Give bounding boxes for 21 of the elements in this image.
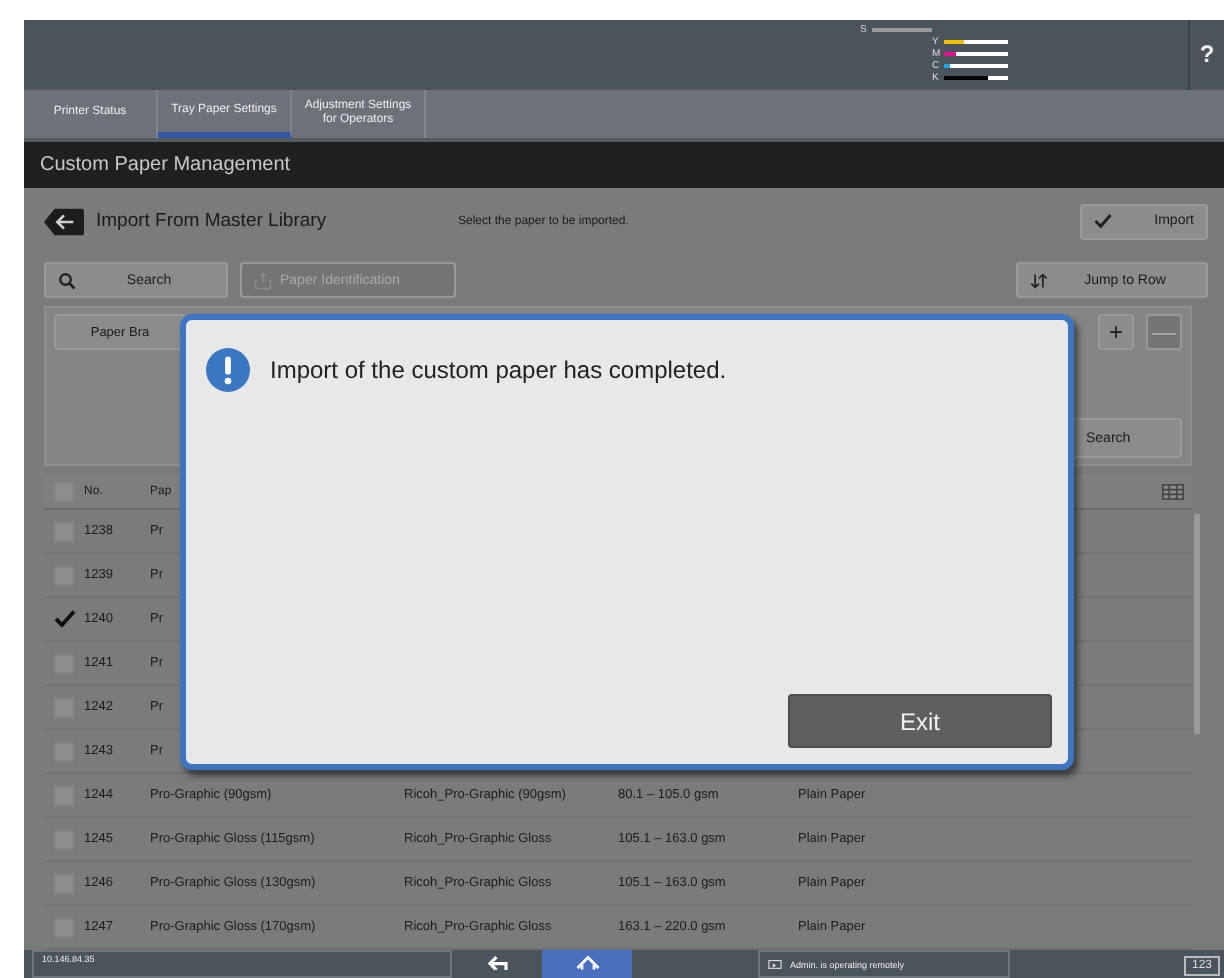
exclamation-icon bbox=[206, 348, 250, 392]
return-arrow-icon bbox=[485, 954, 509, 971]
screen-title: Custom Paper Management bbox=[24, 142, 1224, 189]
search-icon bbox=[58, 271, 76, 290]
column-grid-icon[interactable] bbox=[1162, 483, 1184, 500]
toner-gauge bbox=[872, 27, 932, 33]
add-button[interactable]: + bbox=[1098, 314, 1134, 351]
back-arrow-icon[interactable] bbox=[44, 207, 84, 236]
home-icon bbox=[575, 954, 599, 971]
toner-gauge bbox=[944, 63, 1008, 69]
dialog-message: Import of the custom paper has completed. bbox=[270, 356, 727, 384]
page-heading: Import From Master Library bbox=[96, 210, 329, 233]
toner-gauge bbox=[944, 51, 1008, 57]
sort-arrows-icon bbox=[1030, 271, 1048, 290]
checkmark-icon bbox=[1094, 212, 1112, 231]
monitor-icon bbox=[768, 959, 782, 970]
row-checkbox[interactable] bbox=[53, 610, 75, 629]
toner-gauge bbox=[944, 75, 1008, 81]
toner-gauge bbox=[944, 39, 1008, 45]
exit-button[interactable]: Exit bbox=[788, 694, 1052, 748]
home-button[interactable] bbox=[542, 950, 632, 978]
